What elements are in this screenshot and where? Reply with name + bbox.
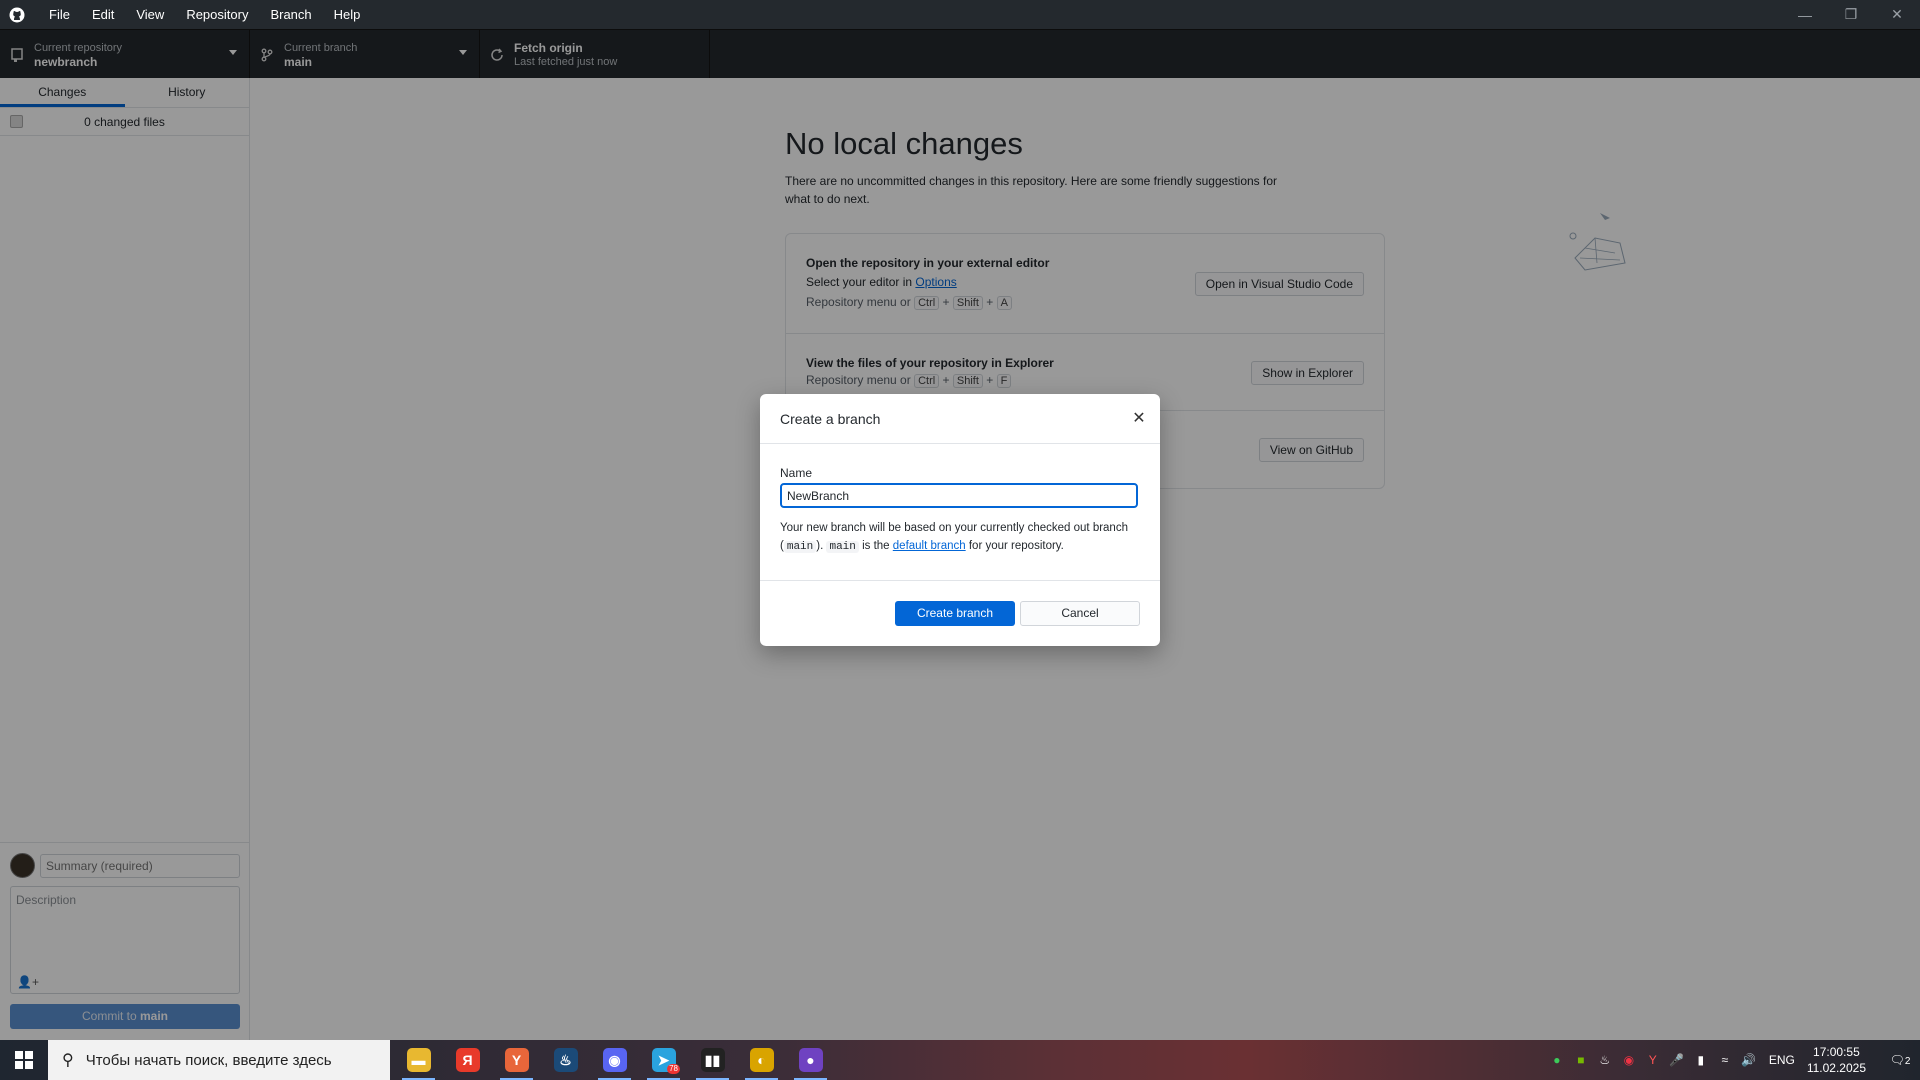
discord-app[interactable]: ◉ bbox=[590, 1040, 639, 1080]
windows-start-icon[interactable] bbox=[0, 1040, 48, 1080]
default-branch-link[interactable]: default branch bbox=[893, 540, 966, 552]
code-main: main bbox=[783, 541, 817, 553]
mts-app[interactable]: ▮▮ bbox=[688, 1040, 737, 1080]
explorer-app[interactable]: ▬ bbox=[394, 1040, 443, 1080]
dialog-footer: Create branch Cancel bbox=[760, 581, 1160, 645]
restore-icon[interactable]: ❐ bbox=[1828, 0, 1874, 29]
dialog-body: Name Your new branch will be based on yo… bbox=[760, 444, 1160, 581]
yandex-browser-app[interactable]: Y bbox=[492, 1040, 541, 1080]
menu-branch[interactable]: Branch bbox=[259, 0, 322, 29]
notification-center-icon[interactable]: 🗨2 bbox=[1880, 1053, 1920, 1067]
volume-icon[interactable]: 🔊 bbox=[1737, 1053, 1761, 1067]
menu-view[interactable]: View bbox=[125, 0, 175, 29]
close-window-icon[interactable]: ✕ bbox=[1874, 0, 1920, 29]
github-desktop-app-icon: ● bbox=[798, 1048, 823, 1072]
clock[interactable]: 17:00:55 11.02.2025 bbox=[1807, 1044, 1866, 1076]
yandex-app[interactable]: Я bbox=[443, 1040, 492, 1080]
telegram-app[interactable]: ➤ 78 bbox=[639, 1040, 688, 1080]
dialog-title: Create a branch bbox=[780, 410, 881, 427]
notification-count: 2 bbox=[1904, 1056, 1911, 1067]
explorer-app-icon: ▬ bbox=[406, 1048, 431, 1072]
wifi-icon[interactable]: ≈ bbox=[1713, 1053, 1737, 1067]
clock-date: 11.02.2025 bbox=[1806, 1061, 1866, 1075]
steam-app-icon: ♨ bbox=[553, 1048, 578, 1072]
yandex-browser-app-icon: Y bbox=[504, 1048, 529, 1072]
menu-edit[interactable]: Edit bbox=[81, 0, 125, 29]
status-dot-icon[interactable]: ● bbox=[1545, 1053, 1569, 1067]
code-main: main bbox=[826, 541, 859, 553]
clock-time: 17:00:55 bbox=[1813, 1045, 1860, 1059]
create-branch-button[interactable]: Create branch bbox=[895, 600, 1015, 626]
window-controls: — ❐ ✕ bbox=[1782, 0, 1920, 29]
search-icon: ⚲ bbox=[62, 1052, 74, 1069]
discord-app-icon: ◉ bbox=[602, 1048, 627, 1072]
taskbar: ⚲ Чтобы начать поиск, введите здесь ▬ Я Y ♨… bbox=[0, 1040, 1920, 1080]
search-placeholder: Чтобы начать поиск, введите здесь bbox=[85, 1051, 332, 1069]
branch-name-input[interactable] bbox=[780, 483, 1138, 508]
close-icon[interactable]: ✕ bbox=[1130, 410, 1148, 428]
app-yellow-icon: ◐ bbox=[749, 1048, 774, 1072]
cancel-button[interactable]: Cancel bbox=[1020, 600, 1140, 626]
menu-file[interactable]: File bbox=[38, 0, 81, 29]
yandex-app-icon: Я bbox=[455, 1048, 480, 1072]
help-text: ). bbox=[816, 540, 827, 552]
create-branch-dialog: Create a branch ✕ Name Your new branch w… bbox=[760, 394, 1160, 646]
taskbar-search[interactable]: ⚲ Чтобы начать поиск, введите здесь bbox=[48, 1040, 390, 1080]
app-tray-icon[interactable]: ◉ bbox=[1617, 1053, 1641, 1067]
help-text: is the bbox=[858, 540, 893, 552]
language-indicator[interactable]: ENG bbox=[1769, 1053, 1795, 1067]
menu-help[interactable]: Help bbox=[323, 0, 372, 29]
github-logo-icon bbox=[0, 0, 34, 29]
title-bar: File Edit View Repository Branch Help — … bbox=[0, 0, 1920, 29]
branch-help-text: Your new branch will be based on your cu… bbox=[780, 519, 1140, 556]
taskbar-apps: ▬ Я Y ♨ ◉ ➤ 78 ▮▮ ◐ ● bbox=[394, 1040, 835, 1080]
nvidia-icon[interactable]: ■ bbox=[1569, 1053, 1593, 1067]
menu-bar: File Edit View Repository Branch Help bbox=[38, 0, 371, 29]
menu-repository[interactable]: Repository bbox=[175, 0, 259, 29]
help-text: for your repository. bbox=[965, 540, 1064, 552]
steam-tray-icon[interactable]: ♨ bbox=[1593, 1053, 1617, 1067]
telegram-badge: 78 bbox=[667, 1064, 680, 1074]
battery-icon[interactable]: ▮ bbox=[1689, 1053, 1713, 1067]
dialog-header: Create a branch ✕ bbox=[760, 394, 1160, 444]
microphone-icon[interactable]: 🎤 bbox=[1665, 1053, 1689, 1067]
minimize-icon[interactable]: — bbox=[1782, 0, 1828, 29]
mts-app-icon: ▮▮ bbox=[700, 1048, 725, 1072]
name-label: Name bbox=[780, 466, 813, 480]
steam-app[interactable]: ♨ bbox=[541, 1040, 590, 1080]
app-yellow[interactable]: ◐ bbox=[737, 1040, 786, 1080]
system-tray: ● ■ ♨ ◉ Y 🎤 ▮ ≈ 🔊 ENG 17:00:55 11.02.202… bbox=[1545, 1040, 1920, 1080]
github-desktop-app[interactable]: ● bbox=[786, 1040, 835, 1080]
yandex-tray-icon[interactable]: Y bbox=[1641, 1053, 1665, 1067]
